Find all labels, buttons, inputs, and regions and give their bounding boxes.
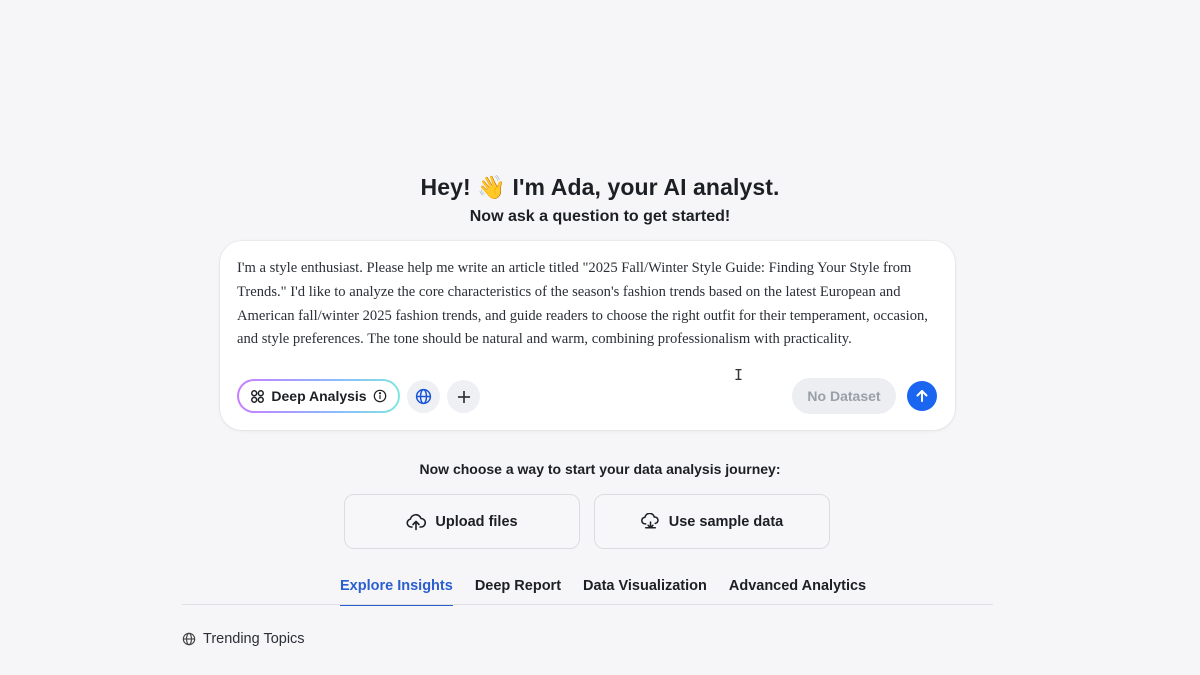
start-prompt: Now choose a way to start your data anal… [419, 461, 781, 477]
use-sample-data-button[interactable]: Use sample data [594, 494, 830, 549]
add-attachment-button[interactable] [447, 380, 480, 413]
greeting-subtitle: Now ask a question to get started! [469, 208, 731, 225]
trending-topics-heading: Trending Topics [182, 631, 305, 647]
dataset-selector[interactable]: No Dataset [792, 378, 896, 414]
page: Hey! 👋 I'm Ada, your AI analyst. Now ask… [0, 0, 1200, 675]
web-search-button[interactable] [407, 380, 440, 413]
tab-divider [182, 604, 993, 605]
deep-analysis-toggle[interactable]: Deep Analysis [237, 379, 400, 413]
arrow-up-icon [915, 389, 929, 403]
info-icon[interactable] [373, 389, 387, 403]
upload-cloud-icon [406, 513, 427, 531]
upload-files-button[interactable]: Upload files [344, 494, 580, 549]
text-cursor-icon: I [734, 366, 744, 384]
plus-icon [457, 390, 471, 404]
upload-files-label: Upload files [435, 513, 518, 530]
deep-analysis-icon [250, 389, 265, 404]
tab-advanced-analytics[interactable]: Advanced Analytics [729, 578, 866, 606]
wave-emoji: 👋 [477, 175, 506, 201]
tab-data-visualization[interactable]: Data Visualization [583, 578, 707, 606]
globe-icon [182, 632, 196, 646]
greeting-prefix: Hey! [420, 174, 471, 200]
tab-explore-insights[interactable]: Explore Insights [340, 578, 453, 606]
send-button[interactable] [907, 381, 937, 411]
greeting-suffix: I'm Ada, your AI analyst. [512, 174, 780, 200]
globe-icon [415, 388, 432, 405]
trending-topics-label: Trending Topics [203, 631, 305, 647]
sample-data-icon [640, 512, 660, 531]
tab-bar: Explore Insights Deep Report Data Visual… [340, 578, 866, 606]
deep-analysis-label: Deep Analysis [271, 388, 367, 404]
greeting-title: Hey! 👋 I'm Ada, your AI analyst. [0, 174, 1200, 201]
use-sample-data-label: Use sample data [668, 513, 784, 530]
prompt-composer[interactable]: I'm a style enthusiast. Please help me w… [220, 241, 955, 430]
tab-deep-report[interactable]: Deep Report [475, 578, 561, 606]
prompt-input[interactable]: I'm a style enthusiast. Please help me w… [237, 257, 942, 352]
